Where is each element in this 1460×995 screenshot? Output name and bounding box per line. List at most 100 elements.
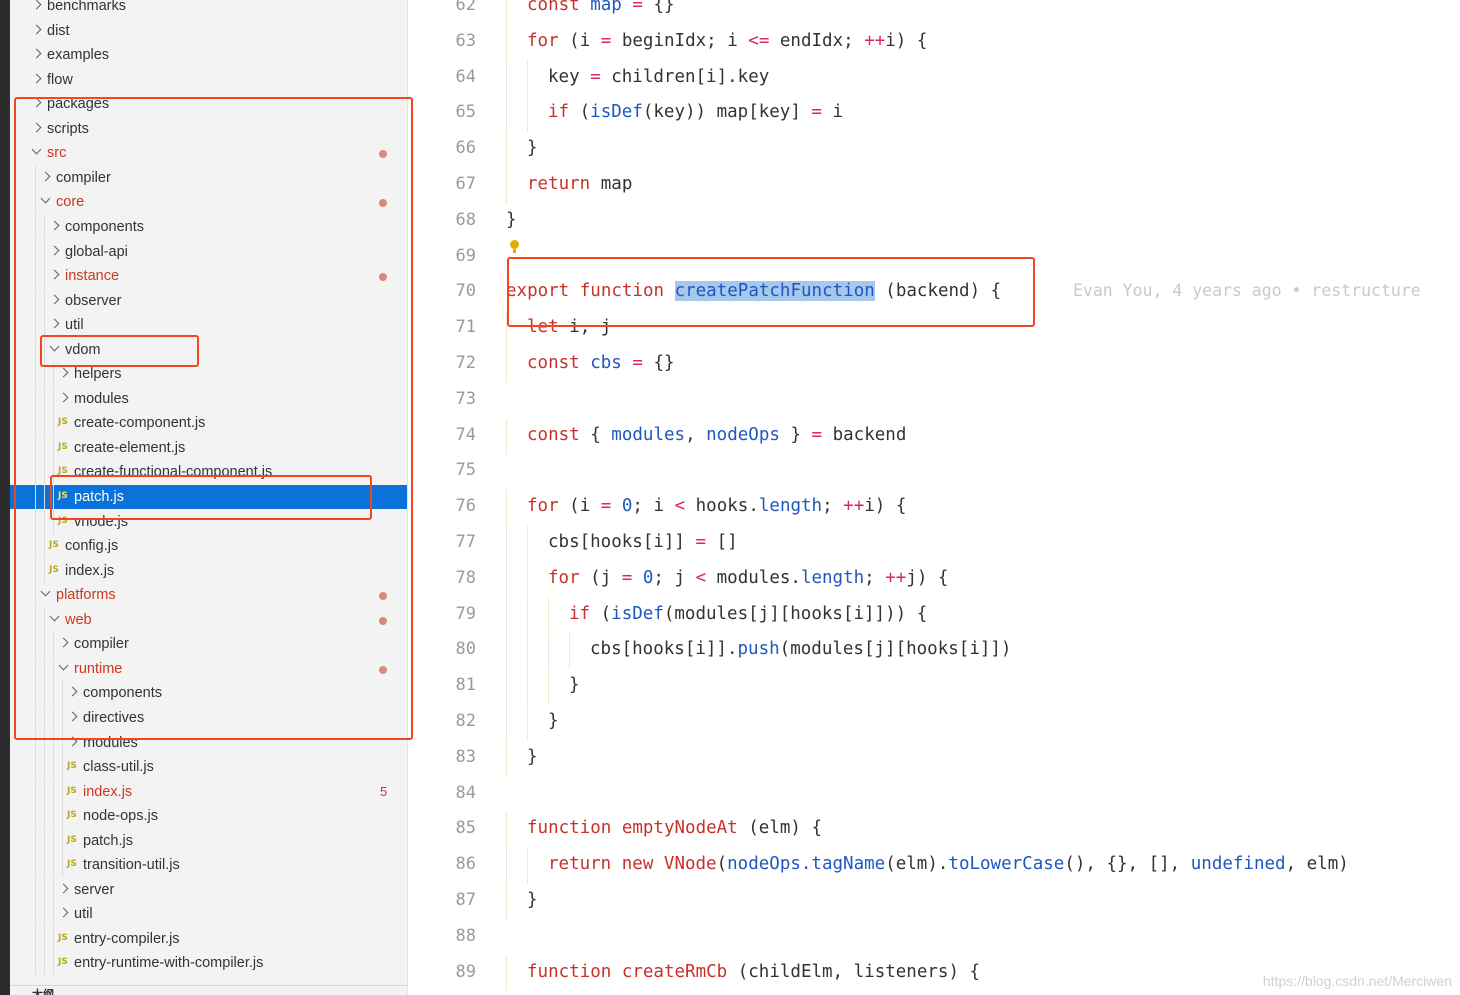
- tree-folder[interactable]: observer: [10, 288, 407, 313]
- code-line[interactable]: 67 return map: [408, 168, 1460, 204]
- tree-folder[interactable]: compiler: [10, 632, 407, 657]
- tree-file[interactable]: JS transition-util.js: [10, 853, 407, 878]
- tree-folder[interactable]: platforms: [10, 583, 407, 608]
- chevron-right-icon[interactable]: [58, 392, 69, 403]
- chevron-right-icon[interactable]: [31, 0, 42, 10]
- code-line[interactable]: 63 for (i = beginIdx; i <= endIdx; ++i) {: [408, 24, 1460, 61]
- code-line[interactable]: 64 key = children[i].key: [408, 60, 1460, 97]
- chevron-right-icon[interactable]: [67, 711, 78, 722]
- tree-folder[interactable]: examples: [10, 43, 407, 67]
- tree-folder[interactable]: packages: [10, 92, 407, 116]
- chevron-down-icon[interactable]: [40, 193, 51, 204]
- code-line[interactable]: 88: [408, 920, 1460, 956]
- tree-folder[interactable]: components: [10, 681, 407, 706]
- chevron-down-icon[interactable]: [49, 341, 60, 352]
- code-line[interactable]: 82}: [408, 705, 1460, 741]
- code-line[interactable]: 75: [408, 454, 1460, 490]
- chevron-right-icon[interactable]: [31, 97, 42, 108]
- tree-folder[interactable]: scripts: [10, 117, 407, 141]
- tree-file[interactable]: JS vnode.js: [10, 509, 407, 534]
- outline-section-header[interactable]: 大纲: [10, 985, 407, 995]
- chevron-right-icon[interactable]: [40, 171, 51, 182]
- chevron-right-icon[interactable]: [58, 367, 69, 378]
- code-line[interactable]: 70 export function createPatchFunction (b…: [408, 275, 1460, 311]
- code-line[interactable]: 86 return new VNode(nodeOps.tagName(elm).…: [408, 848, 1460, 884]
- tree-folder[interactable]: directives: [10, 705, 407, 730]
- code-line[interactable]: 65 if (isDef(key)) map[key] = i: [408, 96, 1460, 133]
- code-line[interactable]: 68}: [408, 204, 1460, 240]
- code-line[interactable]: 66}: [408, 132, 1460, 168]
- code-line[interactable]: 72 const cbs = {}: [408, 347, 1460, 383]
- chevron-right-icon[interactable]: [49, 269, 60, 280]
- chevron-down-icon[interactable]: [31, 144, 42, 155]
- tree-folder[interactable]: compiler: [10, 165, 407, 190]
- chevron-right-icon[interactable]: [67, 736, 78, 746]
- tree-file[interactable]: JS create-component.js: [10, 411, 407, 436]
- tree-folder[interactable]: web: [10, 607, 407, 632]
- tree-file[interactable]: JS node-ops.js: [10, 804, 407, 829]
- tree-folder[interactable]: modules: [10, 386, 407, 411]
- indent-guide: [506, 955, 507, 992]
- chevron-down-icon[interactable]: [40, 586, 51, 597]
- tree-folder[interactable]: util: [10, 902, 407, 927]
- tree-file[interactable]: JS class-util.js: [10, 755, 407, 780]
- chevron-right-icon[interactable]: [58, 637, 69, 648]
- chevron-down-icon[interactable]: [58, 660, 69, 671]
- tree-file[interactable]: JS create-functional-component.js: [10, 460, 407, 485]
- lightbulb-icon[interactable]: [510, 240, 519, 253]
- tree-file[interactable]: JS index.js: [10, 558, 407, 583]
- chevron-right-icon[interactable]: [31, 122, 42, 133]
- tree-folder[interactable]: benchmarks: [10, 0, 407, 18]
- code-line[interactable]: 87}: [408, 884, 1460, 920]
- code-line[interactable]: 71 let i, j: [408, 311, 1460, 347]
- tree-file[interactable]: JS create-element.js: [10, 435, 407, 460]
- chevron-right-icon[interactable]: [49, 220, 60, 231]
- code-line[interactable]: 78 for (j = 0; j < modules.length; ++j) {: [408, 561, 1460, 598]
- tree-folder[interactable]: flow: [10, 68, 407, 92]
- code-line[interactable]: 85 function emptyNodeAt (elm) {: [408, 812, 1460, 849]
- chevron-down-icon[interactable]: [49, 611, 60, 622]
- indent-guide: [35, 362, 36, 387]
- chevron-right-icon[interactable]: [58, 883, 69, 894]
- tree-folder[interactable]: dist: [10, 19, 407, 43]
- code-line[interactable]: 74 const { modules, nodeOps } = backend: [408, 418, 1460, 455]
- chevron-right-icon[interactable]: [67, 686, 78, 697]
- tree-folder[interactable]: modules: [10, 730, 407, 755]
- code-editor[interactable]: 62 const map = {} 63 for (i = beginIdx; i <…: [408, 0, 1460, 995]
- tree-folder[interactable]: helpers: [10, 362, 407, 387]
- tree-file[interactable]: JS patch.js: [10, 828, 407, 853]
- tree-file[interactable]: JS entry-compiler.js: [10, 926, 407, 951]
- tree-folder[interactable]: vdom: [10, 337, 407, 362]
- chevron-right-icon[interactable]: [49, 245, 60, 255]
- chevron-right-icon[interactable]: [49, 294, 60, 305]
- tree-folder[interactable]: instance: [10, 264, 407, 289]
- code-line[interactable]: 83}: [408, 740, 1460, 777]
- tree-file[interactable]: JS entry-runtime-with-compiler.js: [10, 951, 407, 976]
- code-line[interactable]: 73: [408, 383, 1460, 419]
- code-line[interactable]: 79 if (isDef(modules[j][hooks[i]])) {: [408, 597, 1460, 634]
- tree-file[interactable]: JS patch.js: [10, 485, 407, 509]
- code-line[interactable]: 62 const map = {}: [408, 0, 1460, 25]
- tree-folder[interactable]: global-api: [10, 239, 407, 264]
- indent-guide: [44, 386, 45, 411]
- tree-folder[interactable]: server: [10, 877, 407, 902]
- chevron-right-icon[interactable]: [58, 907, 69, 918]
- code-line[interactable]: 69: [408, 240, 1460, 276]
- code-line[interactable]: 76 for (i = 0; i < hooks.length; ++i) {: [408, 490, 1460, 526]
- tree-file[interactable]: JS config.js: [10, 534, 407, 559]
- code-line[interactable]: 81}: [408, 669, 1460, 705]
- tree-folder[interactable]: util: [10, 313, 407, 338]
- tree-file[interactable]: JS index.js 5: [10, 779, 407, 804]
- code-line[interactable]: 77 cbs[hooks[i]] = []: [408, 526, 1460, 562]
- tree-folder[interactable]: src: [10, 141, 407, 165]
- tree-folder[interactable]: components: [10, 214, 407, 239]
- tree-folder[interactable]: runtime: [10, 656, 407, 681]
- code-line[interactable]: 80 cbs[hooks[i]].push(modules[j][hooks[i]…: [408, 633, 1460, 670]
- code-line[interactable]: 84: [408, 777, 1460, 813]
- chevron-right-icon[interactable]: [31, 24, 42, 34]
- chevron-right-icon[interactable]: [31, 73, 42, 84]
- chevron-right-icon[interactable]: [31, 48, 42, 59]
- chevron-right-icon[interactable]: [49, 318, 60, 329]
- tree-item-label: benchmarks: [47, 0, 126, 14]
- tree-folder[interactable]: core: [10, 190, 407, 215]
